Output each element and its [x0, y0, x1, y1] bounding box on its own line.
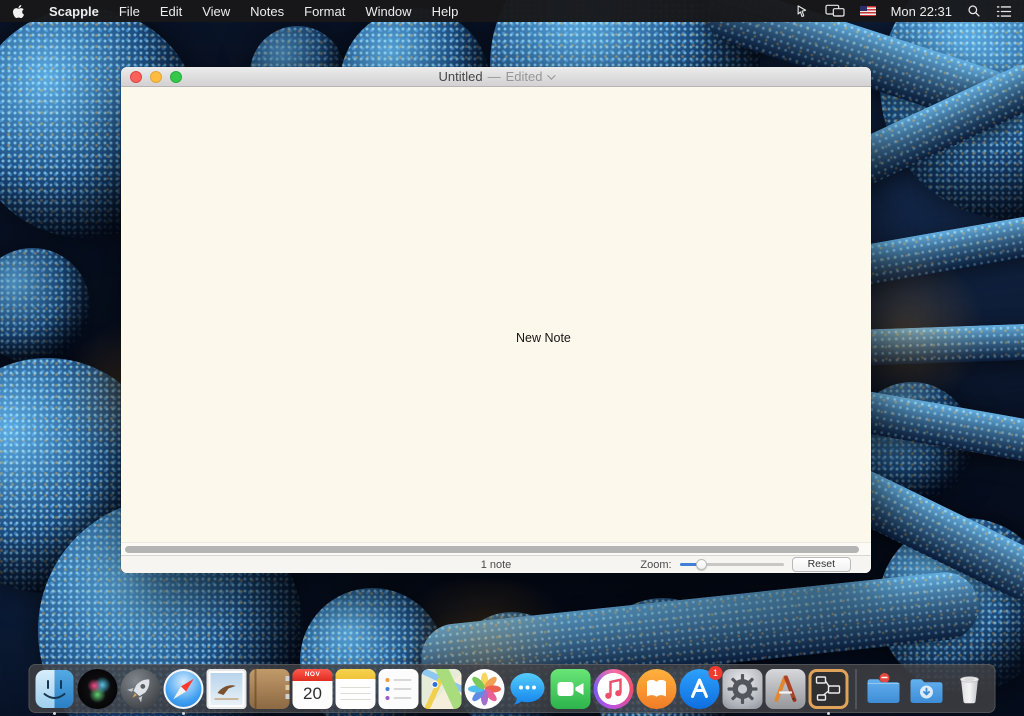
- dock-item-downloads-folder[interactable]: [907, 669, 947, 709]
- menu-file[interactable]: File: [109, 0, 150, 22]
- search-icon[interactable]: [967, 4, 981, 18]
- calendar-month: NOV: [293, 669, 333, 681]
- dock-item-messages[interactable]: [508, 669, 548, 709]
- app-menu-scapple[interactable]: Scapple: [39, 4, 109, 19]
- design-app-icon: [766, 669, 806, 709]
- dock-separator: [856, 669, 857, 709]
- menu-view[interactable]: View: [192, 0, 240, 22]
- horizontal-scrollbar-thumb[interactable]: [125, 546, 859, 553]
- notes-icon: [336, 669, 376, 709]
- reminders-icon: [379, 669, 419, 709]
- minimize-button[interactable]: [150, 71, 162, 83]
- trash-icon: [950, 669, 990, 709]
- dock-item-safari[interactable]: [164, 669, 204, 709]
- itunes-icon: [594, 669, 634, 709]
- document-title: Untitled: [439, 69, 483, 84]
- safari-icon: [164, 669, 204, 709]
- zoom-label: Zoom:: [640, 559, 671, 571]
- window-titlebar[interactable]: Untitled — Edited: [121, 67, 871, 87]
- menu-help[interactable]: Help: [422, 0, 469, 22]
- dock-item-applications-folder[interactable]: [864, 669, 904, 709]
- horizontal-scrollbar-track[interactable]: [121, 542, 871, 555]
- traffic-lights: [121, 71, 182, 83]
- maps-icon: [422, 669, 462, 709]
- window-statusbar: 1 note Zoom: Reset: [121, 555, 871, 573]
- menu-bar: Scapple File Edit View Notes Format Wind…: [0, 0, 1024, 22]
- facetime-icon: [551, 669, 591, 709]
- contacts-icon: [250, 669, 290, 709]
- remote-cursor-icon[interactable]: [795, 4, 810, 19]
- dock-item-notes[interactable]: [336, 669, 376, 709]
- scapple-icon: [809, 669, 849, 709]
- finder-icon: [35, 669, 75, 709]
- applications-folder-icon: [864, 669, 904, 709]
- calendar-day: 20: [293, 681, 333, 709]
- menu-window[interactable]: Window: [355, 0, 421, 22]
- dock-item-scapple[interactable]: [809, 669, 849, 709]
- dock-item-maps[interactable]: [422, 669, 462, 709]
- apple-menu[interactable]: [0, 0, 39, 22]
- dock-item-calendar[interactable]: NOV 20: [293, 669, 333, 709]
- dock-item-ibooks[interactable]: [637, 669, 677, 709]
- menu-edit[interactable]: Edit: [150, 0, 192, 22]
- title-dash: —: [488, 69, 501, 84]
- downloads-folder-icon: [907, 669, 947, 709]
- running-indicator: [182, 712, 185, 715]
- zoom-button[interactable]: [170, 71, 182, 83]
- dock-item-appstore[interactable]: 1: [680, 669, 720, 709]
- dock-item-mail[interactable]: [207, 669, 247, 709]
- running-indicator: [827, 712, 830, 715]
- dock-item-itunes[interactable]: [594, 669, 634, 709]
- reset-button[interactable]: Reset: [792, 557, 851, 572]
- dock-item-reminders[interactable]: [379, 669, 419, 709]
- dock-item-system-preferences[interactable]: [723, 669, 763, 709]
- zoom-slider[interactable]: [680, 559, 784, 570]
- dock-item-siri[interactable]: [78, 669, 118, 709]
- menu-notes[interactable]: Notes: [240, 0, 294, 22]
- dock-item-contacts[interactable]: [250, 669, 290, 709]
- screen-mirroring-icon[interactable]: [825, 4, 845, 18]
- dock-item-facetime[interactable]: [551, 669, 591, 709]
- dock-item-finder[interactable]: [35, 669, 75, 709]
- dock-item-trash[interactable]: [950, 669, 990, 709]
- menu-format[interactable]: Format: [294, 0, 355, 22]
- zoom-controls: Zoom: Reset: [640, 557, 851, 572]
- calendar-icon: NOV 20: [293, 669, 333, 709]
- apple-icon: [12, 4, 25, 19]
- title-chevron-down-icon: [548, 71, 556, 79]
- menu-bar-clock[interactable]: Mon 22:31: [891, 4, 952, 19]
- dock: NOV 20: [29, 664, 996, 713]
- system-preferences-icon: [723, 669, 763, 709]
- ibooks-icon: [637, 669, 677, 709]
- window-title: Untitled — Edited: [121, 69, 871, 84]
- photos-icon: [465, 669, 505, 709]
- scapple-canvas[interactable]: New Note: [121, 87, 871, 542]
- notification-center-icon[interactable]: [996, 5, 1012, 18]
- launchpad-icon: [121, 669, 161, 709]
- zoom-slider-knob[interactable]: [696, 559, 707, 570]
- scapple-window: Untitled — Edited New Note 1 note Zoom: …: [121, 67, 871, 573]
- scapple-note[interactable]: New Note: [516, 331, 571, 345]
- mail-icon: [207, 669, 247, 709]
- document-state: Edited: [506, 69, 543, 84]
- close-button[interactable]: [130, 71, 142, 83]
- dock-item-design-app[interactable]: [766, 669, 806, 709]
- messages-icon: [508, 669, 548, 709]
- notification-badge: 1: [709, 666, 723, 680]
- dock-item-photos[interactable]: [465, 669, 505, 709]
- input-language-flag-icon[interactable]: [860, 6, 876, 16]
- siri-icon: [78, 669, 118, 709]
- dock-item-launchpad[interactable]: [121, 669, 161, 709]
- running-indicator: [53, 712, 56, 715]
